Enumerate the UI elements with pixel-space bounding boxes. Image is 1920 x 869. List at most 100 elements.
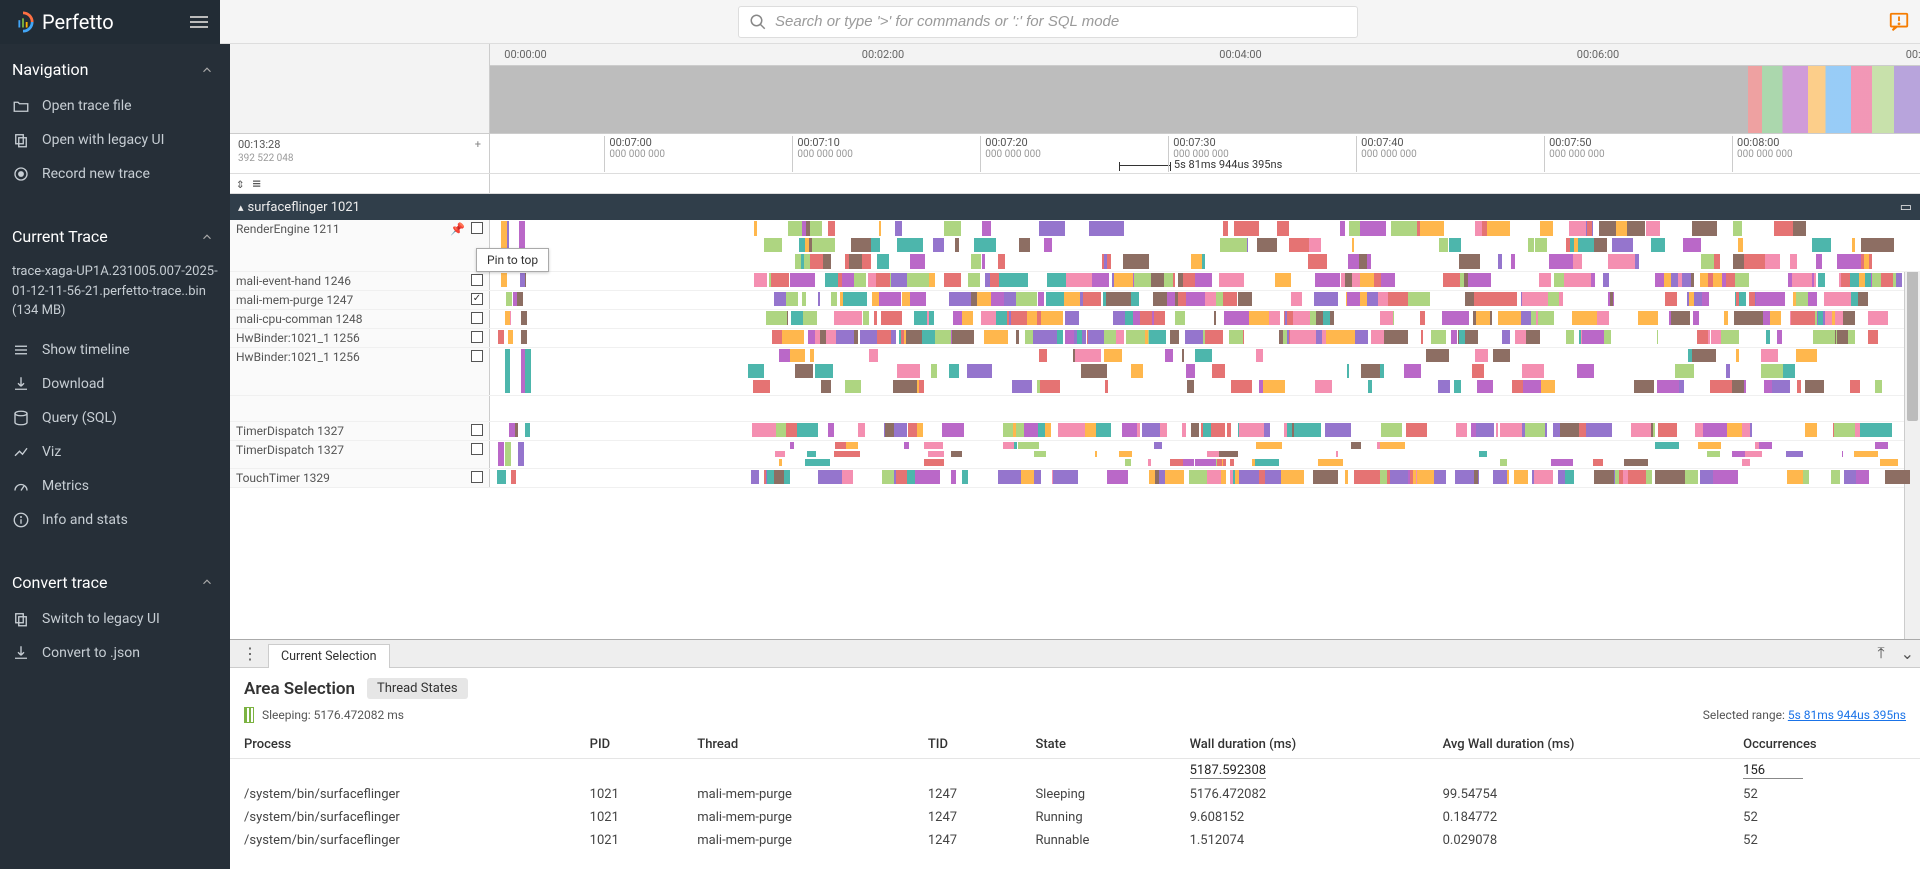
table-header[interactable]: PID [576, 731, 684, 759]
track-content[interactable] [490, 329, 1920, 345]
track-row[interactable]: mali-event-hand 1246 [230, 272, 1920, 291]
track-label[interactable]: TimerDispatch 1327 [230, 441, 490, 468]
track-checkbox[interactable] [471, 312, 483, 324]
search-input[interactable] [775, 13, 1347, 30]
sidebar-item-convert-json[interactable]: Convert to .json [0, 636, 230, 670]
track-content[interactable] [490, 310, 1920, 326]
topbar: Perfetto [0, 0, 1920, 44]
table-header[interactable]: Thread [683, 731, 914, 759]
download-icon [12, 644, 30, 662]
pin-tooltip: Pin to top [476, 248, 549, 272]
table-row[interactable]: /system/bin/surfaceflinger1021mali-mem-p… [230, 829, 1920, 852]
collapse-icon[interactable]: ▭ [1900, 200, 1912, 215]
track-content[interactable] [490, 422, 1920, 438]
table-header[interactable]: TID [914, 731, 1022, 759]
overview-minimap[interactable]: 00:00:00 00:02:00 00:04:00 00:06:00 00: [230, 44, 1920, 134]
search-box[interactable] [738, 6, 1358, 38]
ruler-tick: 00:07:40000 000 000 [1356, 136, 1417, 172]
track-content[interactable] [490, 348, 1920, 394]
track-row[interactable]: TouchTimer 1329 [230, 469, 1920, 488]
track-checkbox[interactable] [471, 443, 483, 455]
sidebar-item-label: Open with legacy UI [42, 132, 164, 148]
table-row[interactable]: /system/bin/surfaceflinger1021mali-mem-p… [230, 806, 1920, 829]
sidebar-item-label: Info and stats [42, 512, 128, 528]
sidebar-item-timeline[interactable]: Show timeline [0, 333, 230, 367]
track-content[interactable] [490, 291, 1920, 307]
sidebar-section-navigation[interactable]: Navigation [0, 44, 230, 89]
track-checkbox[interactable] [471, 350, 483, 362]
sidebar-item-record[interactable]: Record new trace [0, 157, 230, 191]
track-checkbox[interactable] [471, 222, 483, 234]
sidebar-item-viz[interactable]: Viz [0, 435, 230, 469]
tick-label: 00:06:00 [1577, 48, 1619, 61]
track-content[interactable] [490, 272, 1920, 288]
collapse-vertical-icon[interactable]: ⇕ [236, 176, 244, 192]
pin-icon[interactable]: 📌 [450, 222, 465, 236]
track-label[interactable]: RenderEngine 1211 📌 [230, 220, 490, 271]
table-row[interactable]: /system/bin/surfaceflinger1021mali-mem-p… [230, 783, 1920, 806]
track-row[interactable]: HwBinder:1021_1 1256 [230, 348, 1920, 396]
download-icon [12, 375, 30, 393]
track-row[interactable]: TimerDispatch 1327 [230, 441, 1920, 469]
time-ruler[interactable]: + 00:13:28 392 522 048 5s 81ms 944us 395… [230, 134, 1920, 174]
ruler-tick: 00:08:00000 000 000 [1732, 136, 1793, 172]
track-label[interactable]: mali-cpu-comman 1248 [230, 310, 490, 328]
selected-range-value[interactable]: 5s 81ms 944us 395ns [1788, 708, 1906, 722]
ruler-tick: 00:07:50000 000 000 [1544, 136, 1605, 172]
track-label[interactable]: mali-mem-purge 1247 [230, 291, 490, 309]
chevron-up-icon: ▴ [238, 201, 244, 214]
chart-icon [12, 443, 30, 461]
sidebar-item-label: Viz [42, 444, 61, 460]
track-label[interactable]: TimerDispatch 1327 [230, 422, 490, 440]
track-checkbox[interactable] [471, 424, 483, 436]
table-header[interactable]: Wall duration (ms) [1176, 731, 1429, 759]
sidebar-item-open-trace[interactable]: Open trace file [0, 89, 230, 123]
process-header[interactable]: ▴ surfaceflinger 1021 ▭ [230, 194, 1920, 220]
track-label[interactable]: HwBinder:1021_1 1256 [230, 329, 490, 347]
track-row[interactable]: RenderEngine 1211 📌 Pin to top [230, 220, 1920, 272]
details-tag[interactable]: Thread States [367, 678, 468, 699]
ruler-add-icon[interactable]: + [475, 138, 481, 151]
track-label[interactable]: HwBinder:1021_1 1256 [230, 348, 490, 395]
panel-collapse-icon[interactable]: ⌄ [1895, 640, 1920, 667]
track-content[interactable] [490, 220, 1920, 270]
sidebar-item-metrics[interactable]: Metrics [0, 469, 230, 503]
track-row[interactable]: mali-mem-purge 1247 [230, 291, 1920, 310]
tab-menu-icon[interactable]: ⋮ [236, 644, 264, 663]
track-row[interactable]: TimerDispatch 1327 [230, 422, 1920, 441]
track-name: HwBinder:1021_1 1256 [236, 331, 465, 345]
sidebar-item-query[interactable]: Query (SQL) [0, 401, 230, 435]
track-checkbox[interactable] [471, 331, 483, 343]
track-content[interactable] [490, 441, 1920, 467]
track-name: RenderEngine 1211 [236, 222, 444, 236]
sidebar-section-current-trace[interactable]: Current Trace [0, 211, 230, 256]
chevron-up-icon [200, 63, 214, 77]
table-header[interactable]: Avg Wall duration (ms) [1429, 731, 1730, 759]
track-checkbox[interactable] [471, 293, 483, 305]
table-header[interactable]: State [1021, 731, 1175, 759]
filter-icon[interactable]: ≡ [252, 176, 260, 192]
menu-toggle-icon[interactable] [190, 13, 208, 31]
sidebar-item-download[interactable]: Download [0, 367, 230, 401]
sidebar-section-label: Current Trace [12, 227, 108, 246]
track-row[interactable]: HwBinder:1021_1 1256 [230, 329, 1920, 348]
sidebar-item-label: Metrics [42, 478, 89, 494]
panel-pin-top-icon[interactable]: ⤒ [1872, 639, 1891, 667]
track-checkbox[interactable] [471, 471, 483, 483]
tracks-area[interactable]: RenderEngine 1211 📌 Pin to topmali-event-h… [230, 220, 1920, 639]
overview-selection[interactable] [490, 66, 1748, 133]
sidebar-item-legacy-ui[interactable]: Open with legacy UI [0, 123, 230, 157]
table-header[interactable]: Process [230, 731, 576, 759]
table-header[interactable]: Occurrences [1729, 731, 1920, 759]
sidebar-item-switch-legacy[interactable]: Switch to legacy UI [0, 602, 230, 636]
track-content[interactable] [490, 469, 1920, 485]
sidebar-section-convert[interactable]: Convert trace [0, 557, 230, 602]
track-checkbox[interactable] [471, 274, 483, 286]
track-label[interactable]: TouchTimer 1329 [230, 469, 490, 487]
tab-current-selection[interactable]: Current Selection [268, 644, 390, 668]
track-row[interactable]: mali-cpu-comman 1248 [230, 310, 1920, 329]
alert-icon[interactable] [1888, 11, 1910, 33]
sidebar-item-info[interactable]: Info and stats [0, 503, 230, 537]
track-label[interactable]: mali-event-hand 1246 [230, 272, 490, 290]
track-name: TimerDispatch 1327 [236, 424, 465, 438]
